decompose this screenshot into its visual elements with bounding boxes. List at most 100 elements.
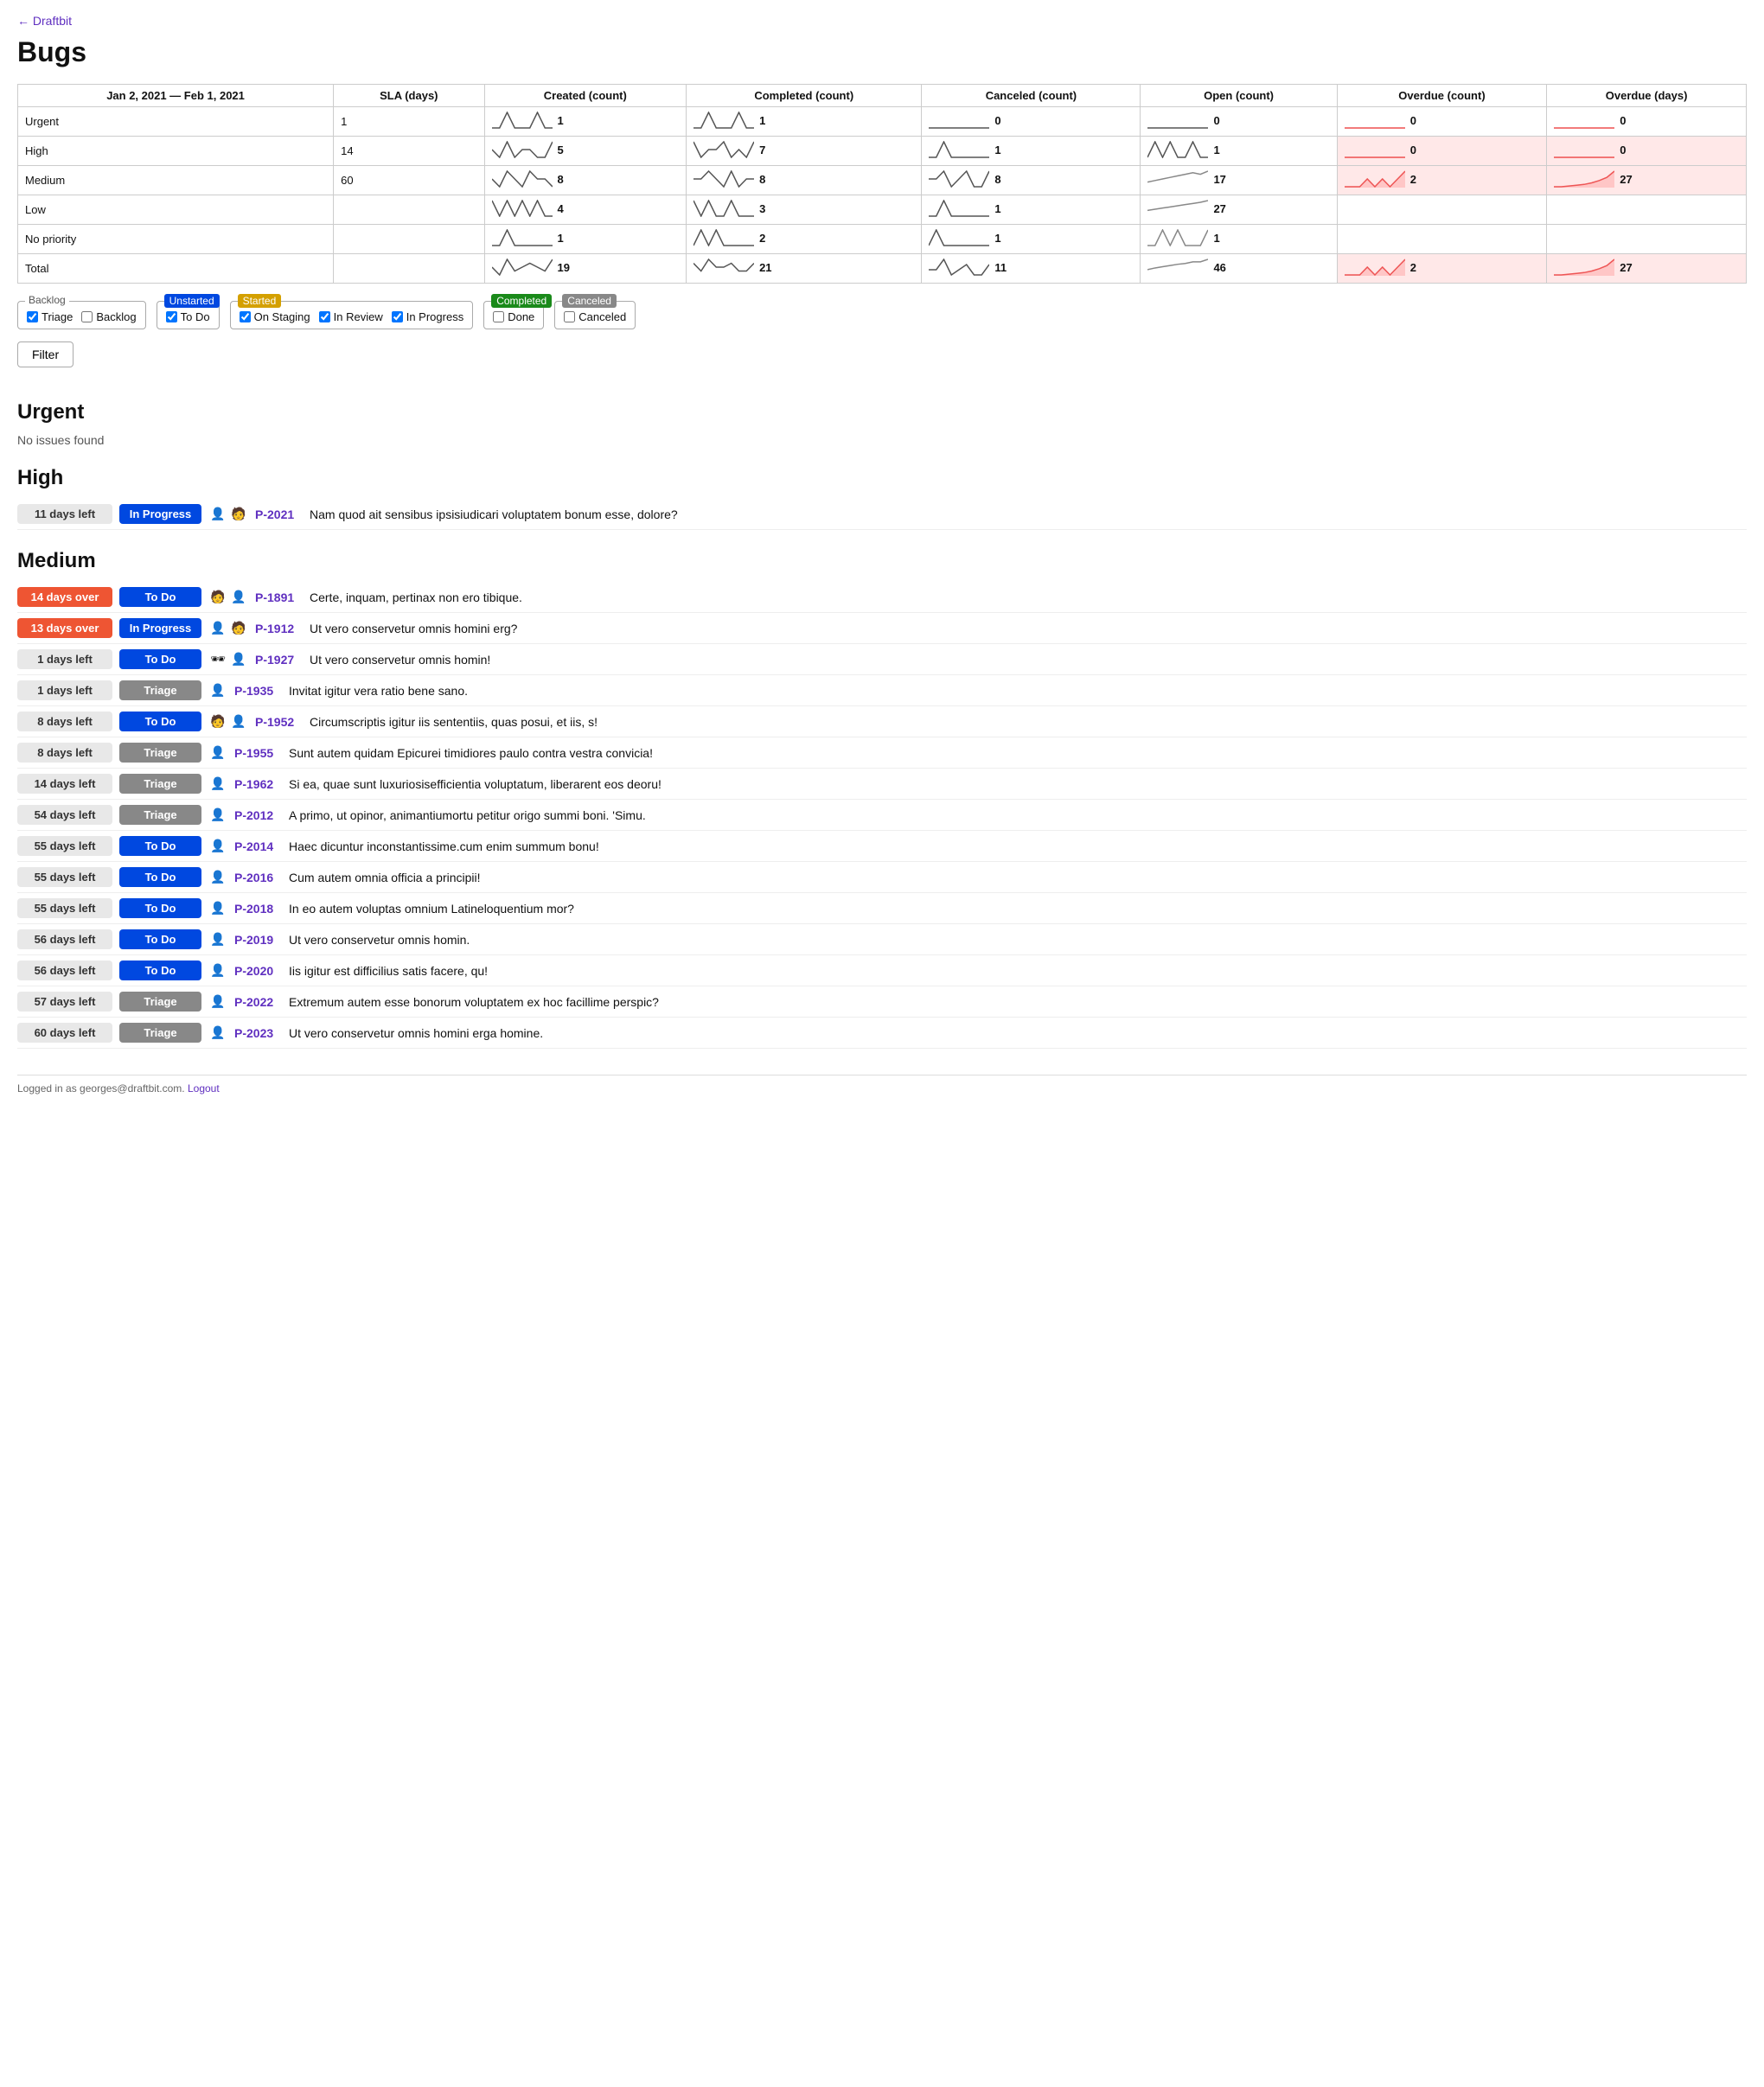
row-overdue-count: 0	[1337, 137, 1547, 166]
filter-canceled-checkbox[interactable]	[564, 311, 575, 322]
row-label: Low	[18, 195, 334, 225]
filter-done-label[interactable]: Done	[493, 310, 534, 323]
avatars: 🧑👤	[208, 588, 248, 607]
days-badge: 13 days over	[17, 618, 112, 638]
row-overdue-count: 2	[1337, 254, 1547, 284]
issue-text: Haec dicuntur inconstantissime.cum enim …	[289, 839, 599, 853]
issue-row: 55 days leftTo Do👤P-2018In eo autem volu…	[17, 893, 1747, 924]
row-sla: 60	[334, 166, 484, 195]
back-link[interactable]: ← Draftbit	[17, 14, 72, 28]
row-sla	[334, 225, 484, 254]
filter-group-started: Started On Staging In Review In Progress	[230, 301, 474, 329]
logout-link[interactable]: Logout	[188, 1082, 220, 1095]
issue-id-link[interactable]: P-1962	[234, 777, 282, 791]
avatars: 👤	[208, 681, 227, 700]
issue-id-link[interactable]: P-2023	[234, 1026, 282, 1040]
issue-id-link[interactable]: P-2019	[234, 933, 282, 947]
issue-row: 57 days leftTriage👤P-2022Extremum autem …	[17, 986, 1747, 1018]
filter-triage-checkbox[interactable]	[27, 311, 38, 322]
avatars: 👤	[208, 899, 227, 918]
days-badge: 8 days left	[17, 743, 112, 763]
filter-group-completed-label: Completed	[491, 294, 552, 308]
avatar: 🕶	[208, 650, 227, 669]
filter-button[interactable]: Filter	[17, 341, 74, 367]
issue-text: In eo autem voluptas omnium Latineloquen…	[289, 902, 574, 916]
issue-id-link[interactable]: P-2020	[234, 964, 282, 978]
stats-table: Jan 2, 2021 — Feb 1, 2021SLA (days)Creat…	[17, 84, 1747, 284]
filter-inreview-checkbox[interactable]	[319, 311, 330, 322]
filter-inprogress-label[interactable]: In Progress	[392, 310, 463, 323]
row-created: 19	[484, 254, 687, 284]
filter-backlog-label[interactable]: Backlog	[81, 310, 136, 323]
row-created: 1	[484, 107, 687, 137]
footer-text: Logged in as georges@draftbit.com.	[17, 1082, 185, 1095]
issue-id-link[interactable]: P-2022	[234, 995, 282, 1009]
status-badge: To Do	[119, 712, 201, 731]
issue-row: 13 days overIn Progress👤🧑P-1912Ut vero c…	[17, 613, 1747, 644]
status-badge: Triage	[119, 743, 201, 763]
filter-onstaging-checkbox[interactable]	[240, 311, 251, 322]
table-header: SLA (days)	[334, 85, 484, 107]
status-badge: Triage	[119, 680, 201, 700]
issue-row: 60 days leftTriage👤P-2023Ut vero conserv…	[17, 1018, 1747, 1049]
issue-id-link[interactable]: P-2012	[234, 808, 282, 822]
issue-id-link[interactable]: P-1935	[234, 684, 282, 698]
days-badge: 55 days left	[17, 898, 112, 918]
table-header: Overdue (count)	[1337, 85, 1547, 107]
issue-id-link[interactable]: P-2014	[234, 839, 282, 853]
filter-backlog-checkbox[interactable]	[81, 311, 93, 322]
filter-group-canceled-label: Canceled	[562, 294, 617, 308]
status-badge: To Do	[119, 587, 201, 607]
table-header: Open (count)	[1141, 85, 1337, 107]
avatars: 👤	[208, 868, 227, 887]
days-badge: 8 days left	[17, 712, 112, 731]
started-checkboxes: On Staging In Review In Progress	[240, 310, 464, 323]
issue-id-link[interactable]: P-1912	[255, 622, 303, 635]
filter-done-checkbox[interactable]	[493, 311, 504, 322]
issue-id-link[interactable]: P-2021	[255, 507, 303, 521]
issue-id-link[interactable]: P-1927	[255, 653, 303, 667]
avatar: 👤	[208, 930, 227, 949]
issue-text: Ut vero conservetur omnis homini erga ho…	[289, 1026, 543, 1040]
issue-text: Certe, inquam, pertinax non ero tibique.	[310, 590, 522, 604]
filter-inreview-label[interactable]: In Review	[319, 310, 383, 323]
table-row: Low 4 3 1 27	[18, 195, 1747, 225]
issue-id-link[interactable]: P-1952	[255, 715, 303, 729]
issue-text: Ut vero conservetur omnis homini erg?	[310, 622, 517, 635]
completed-checkboxes: Done	[493, 310, 534, 323]
filter-triage-label[interactable]: Triage	[27, 310, 73, 323]
issue-text: Sunt autem quidam Epicurei timidiores pa…	[289, 746, 653, 760]
row-canceled: 1	[922, 195, 1141, 225]
status-badge: Triage	[119, 774, 201, 794]
issue-text: Cum autem omnia officia a principii!	[289, 871, 481, 884]
filter-inprogress-checkbox[interactable]	[392, 311, 403, 322]
issue-row: 55 days leftTo Do👤P-2016Cum autem omnia …	[17, 862, 1747, 893]
row-overdue-count	[1337, 225, 1547, 254]
row-open: 0	[1141, 107, 1337, 137]
row-overdue-days: 0	[1547, 107, 1747, 137]
issue-id-link[interactable]: P-1955	[234, 746, 282, 760]
issue-row: 1 days leftTo Do🕶👤P-1927Ut vero conserve…	[17, 644, 1747, 675]
row-overdue-count: 2	[1337, 166, 1547, 195]
section: Medium14 days overTo Do🧑👤P-1891Certe, in…	[17, 549, 1747, 1049]
issue-id-link[interactable]: P-2018	[234, 902, 282, 916]
row-overdue-days	[1547, 225, 1747, 254]
issue-id-link[interactable]: P-2016	[234, 871, 282, 884]
avatar: 🧑	[229, 619, 248, 638]
row-canceled: 0	[922, 107, 1141, 137]
avatar: 👤	[208, 899, 227, 918]
issue-row: 8 days leftTo Do🧑👤P-1952Circumscriptis i…	[17, 706, 1747, 737]
issue-id-link[interactable]: P-1891	[255, 590, 303, 604]
issue-row: 56 days leftTo Do👤P-2020Iis igitur est d…	[17, 955, 1747, 986]
status-badge: Triage	[119, 1023, 201, 1043]
issue-row: 14 days overTo Do🧑👤P-1891Certe, inquam, …	[17, 582, 1747, 613]
row-created: 1	[484, 225, 687, 254]
filter-onstaging-label[interactable]: On Staging	[240, 310, 310, 323]
row-label: Total	[18, 254, 334, 284]
filter-todo-label[interactable]: To Do	[166, 310, 210, 323]
issue-text: Si ea, quae sunt luxuriosisefficientia v…	[289, 777, 662, 791]
avatar: 👤	[208, 775, 227, 794]
avatars: 👤	[208, 930, 227, 949]
filter-todo-checkbox[interactable]	[166, 311, 177, 322]
filter-canceled-label[interactable]: Canceled	[564, 310, 626, 323]
